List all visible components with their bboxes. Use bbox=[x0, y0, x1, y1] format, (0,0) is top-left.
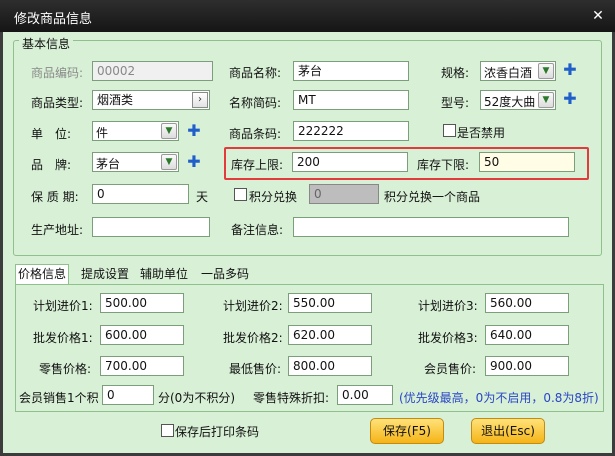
exit-button[interactable]: 退出(Esc) bbox=[471, 418, 545, 444]
stock-upper-input[interactable]: 200 bbox=[292, 152, 408, 172]
wholesale2-input[interactable]: 620.00 bbox=[288, 325, 372, 345]
chevron-down-icon[interactable]: ▼ bbox=[161, 123, 177, 139]
unit-label: 单 位: bbox=[31, 127, 72, 141]
chevron-down-icon[interactable]: ▼ bbox=[538, 92, 554, 108]
add-spec-icon[interactable]: ✚ bbox=[563, 62, 577, 78]
shelf-life-input[interactable]: 0 bbox=[92, 184, 189, 204]
points-checkbox[interactable] bbox=[234, 188, 247, 201]
chevron-down-icon[interactable]: ▼ bbox=[538, 63, 554, 79]
special-discount-label: 零售特殊折扣: bbox=[253, 391, 330, 405]
code-input[interactable]: 00002 bbox=[92, 61, 213, 81]
plan1-input[interactable]: 500.00 bbox=[100, 293, 184, 313]
name-label: 商品名称: bbox=[229, 66, 282, 80]
wholesale1-input[interactable]: 600.00 bbox=[100, 325, 184, 345]
wholesale1-label: 批发价格1: bbox=[33, 331, 93, 345]
tab-multi-code[interactable]: 一品多码 bbox=[199, 265, 251, 283]
brand-value: 茅台 bbox=[96, 157, 121, 171]
print-after-save-checkbox[interactable] bbox=[161, 424, 174, 437]
close-icon[interactable]: ✕ bbox=[587, 6, 609, 26]
plan2-input[interactable]: 550.00 bbox=[288, 293, 372, 313]
model-select[interactable]: 52度大曲 ▼ bbox=[480, 90, 556, 110]
origin-input[interactable] bbox=[92, 217, 210, 237]
disabled-checkbox[interactable] bbox=[443, 124, 456, 137]
barcode-label: 商品条码: bbox=[229, 127, 282, 141]
wholesale3-label: 批发价格3: bbox=[418, 331, 478, 345]
shelf-life-label: 保 质 期: bbox=[31, 190, 79, 204]
window-title: 修改商品信息 bbox=[14, 12, 93, 27]
plan2-label: 计划进价2: bbox=[223, 299, 283, 313]
member-points-suffix: 分(0为不积分) bbox=[158, 391, 235, 405]
special-discount-input[interactable]: 0.00 bbox=[337, 385, 393, 405]
category-label: 商品类型: bbox=[31, 96, 84, 110]
spec-value: 浓香白酒 bbox=[484, 66, 533, 80]
member-points-input[interactable]: 0 bbox=[102, 385, 154, 405]
spec-label: 规格: bbox=[441, 66, 470, 80]
origin-label: 生产地址: bbox=[31, 223, 84, 237]
member-price-label: 会员售价: bbox=[424, 362, 477, 376]
tab-aux-unit[interactable]: 辅助单位 bbox=[138, 265, 190, 283]
barcode-input[interactable]: 222222 bbox=[293, 121, 409, 141]
points-suffix: 积分兑换一个商品 bbox=[384, 190, 481, 204]
category-input[interactable]: 烟酒类 › bbox=[92, 90, 210, 110]
stock-lower-input[interactable]: 50 bbox=[479, 152, 575, 172]
add-model-icon[interactable]: ✚ bbox=[563, 91, 577, 107]
wholesale3-input[interactable]: 640.00 bbox=[485, 325, 569, 345]
short-name-label: 名称简码: bbox=[229, 96, 282, 110]
add-unit-icon[interactable]: ✚ bbox=[187, 123, 201, 139]
category-value: 烟酒类 bbox=[97, 93, 134, 107]
save-button[interactable]: 保存(F5) bbox=[370, 418, 444, 444]
tab-commission[interactable]: 提成设置 bbox=[79, 265, 131, 283]
dialog-client: 基本信息 商品编码: 00002 商品名称: 茅台 规格: 浓香白酒 ▼ ✚ 商… bbox=[3, 32, 612, 453]
stock-lower-label: 库存下限: bbox=[417, 158, 470, 172]
points-label: 积分兑换 bbox=[249, 190, 298, 204]
brand-select[interactable]: 茅台 ▼ bbox=[92, 152, 179, 172]
plan3-label: 计划进价3: bbox=[418, 299, 478, 313]
print-after-save-label: 保存后打印条码 bbox=[175, 425, 260, 439]
model-value: 52度大曲 bbox=[484, 95, 536, 109]
remark-input[interactable] bbox=[293, 217, 569, 237]
min-price-input[interactable]: 800.00 bbox=[288, 356, 372, 376]
code-label: 商品编码: bbox=[31, 66, 84, 80]
add-brand-icon[interactable]: ✚ bbox=[187, 154, 201, 170]
plan3-input[interactable]: 560.00 bbox=[485, 293, 569, 313]
wholesale2-label: 批发价格2: bbox=[223, 331, 283, 345]
tab-price-info[interactable]: 价格信息 bbox=[15, 264, 70, 284]
title-bar[interactable]: 修改商品信息 ✕ bbox=[0, 0, 615, 32]
unit-select[interactable]: 件 ▼ bbox=[92, 121, 179, 141]
brand-label: 品 牌: bbox=[31, 158, 72, 172]
stock-upper-label: 库存上限: bbox=[231, 158, 284, 172]
browse-icon[interactable]: › bbox=[192, 92, 208, 108]
unit-value: 件 bbox=[96, 126, 109, 140]
retail-label: 零售价格: bbox=[39, 362, 92, 376]
chevron-down-icon[interactable]: ▼ bbox=[161, 154, 177, 170]
retail-input[interactable]: 700.00 bbox=[100, 356, 184, 376]
plan1-label: 计划进价1: bbox=[33, 299, 93, 313]
dialog-window: 修改商品信息 ✕ 基本信息 商品编码: 00002 商品名称: 茅台 规格: 浓… bbox=[0, 0, 615, 456]
member-price-input[interactable]: 900.00 bbox=[485, 356, 569, 376]
model-label: 型号: bbox=[441, 96, 470, 110]
spec-select[interactable]: 浓香白酒 ▼ bbox=[480, 61, 556, 81]
remark-label: 备注信息: bbox=[231, 223, 284, 237]
disabled-label: 是否禁用 bbox=[457, 126, 506, 140]
basic-info-legend: 基本信息 bbox=[19, 35, 74, 52]
points-input[interactable]: 0 bbox=[309, 184, 379, 204]
member-points-label: 会员销售1个积 bbox=[19, 391, 99, 405]
name-input[interactable]: 茅台 bbox=[293, 61, 409, 81]
shelf-life-unit: 天 bbox=[196, 190, 209, 204]
min-price-label: 最低售价: bbox=[229, 362, 282, 376]
discount-note: (优先级最高，0为不启用，0.8为8折) bbox=[399, 391, 599, 405]
short-name-input[interactable]: MT bbox=[293, 90, 409, 110]
